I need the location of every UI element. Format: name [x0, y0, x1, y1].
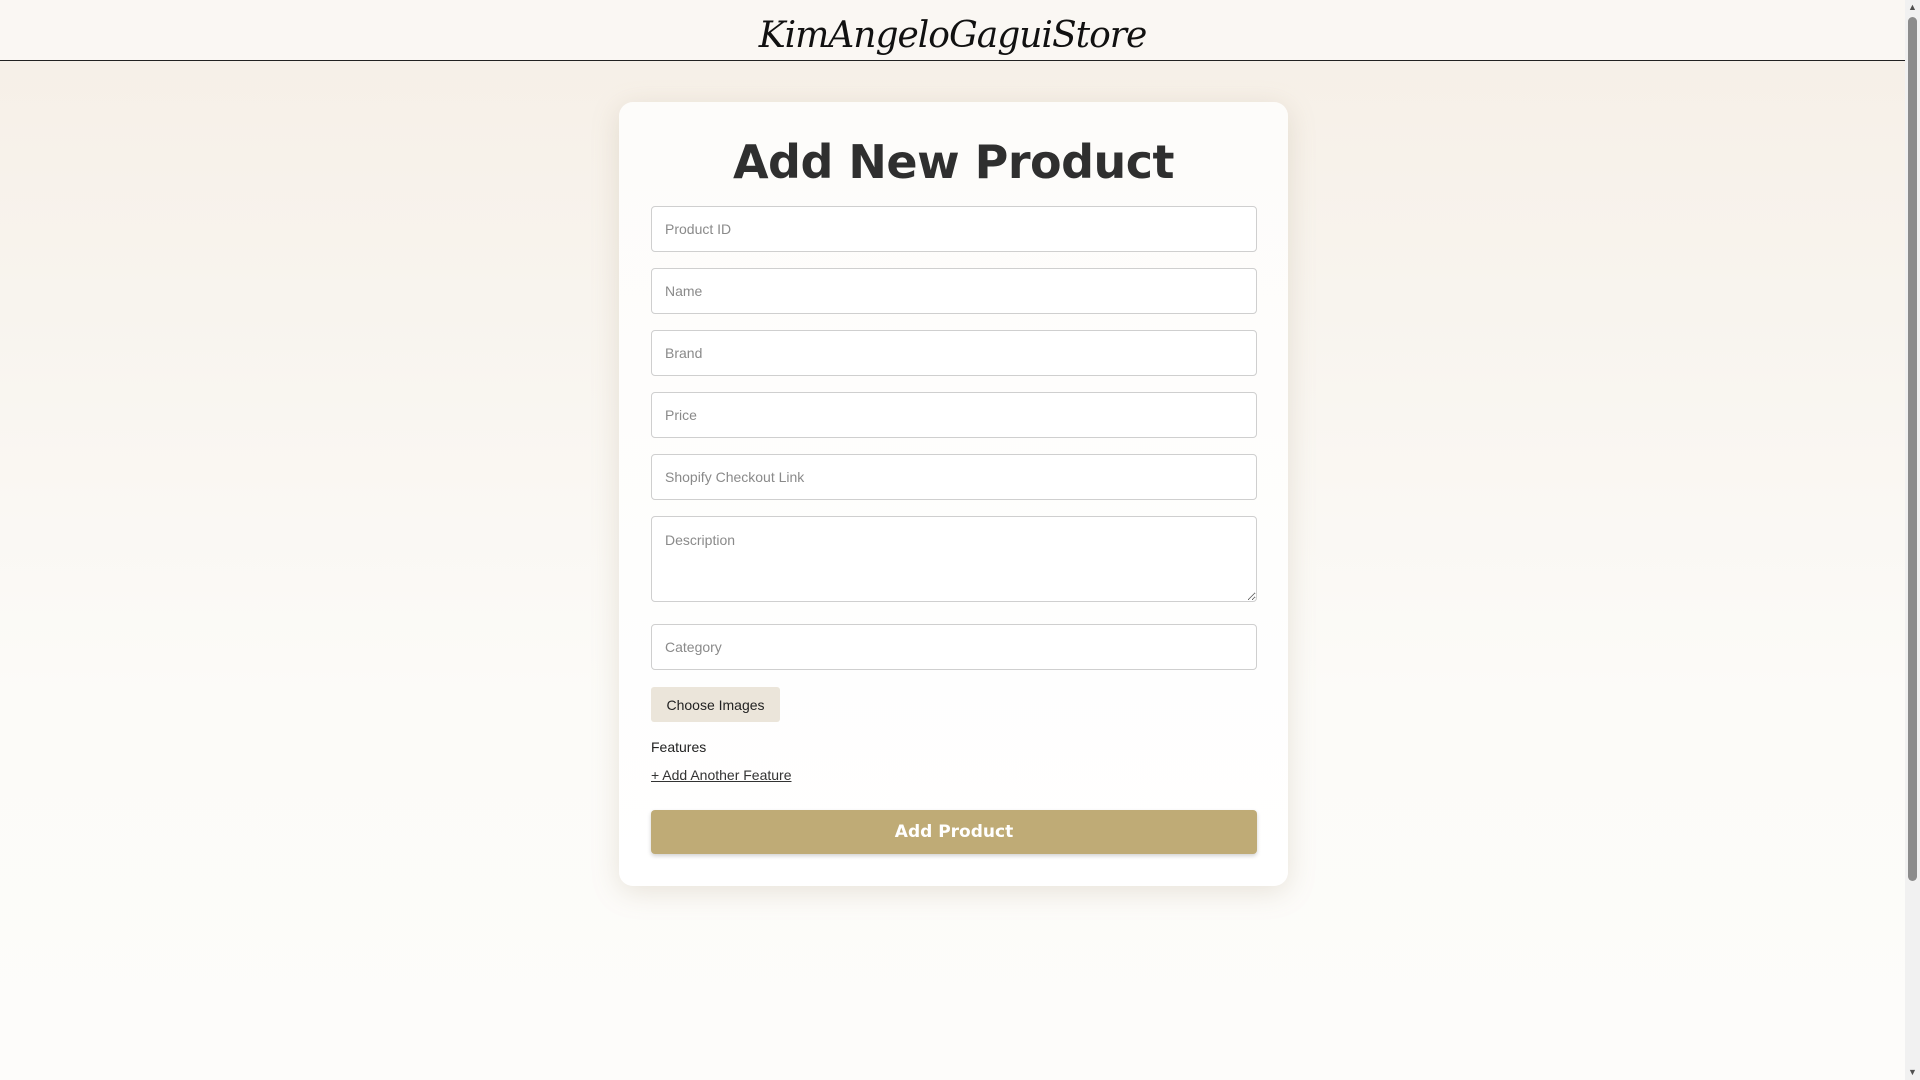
chevron-down-icon[interactable]: ▼ [1905, 1065, 1920, 1080]
features-label: Features [651, 739, 707, 755]
category-input[interactable] [651, 624, 1257, 670]
checkout-link-input[interactable] [651, 454, 1257, 500]
add-feature-link[interactable]: + Add Another Feature [651, 767, 792, 783]
site-logo[interactable]: KimAngeloGaguiStore [759, 15, 1148, 56]
description-textarea[interactable] [651, 516, 1257, 602]
price-input[interactable] [651, 392, 1257, 438]
add-product-card: Add New Product Choose Images Features +… [619, 102, 1288, 886]
name-input[interactable] [651, 268, 1257, 314]
product-id-input[interactable] [651, 206, 1257, 252]
site-header: KimAngeloGaguiStore [0, 0, 1905, 61]
page-title: Add New Product [732, 135, 1175, 189]
chevron-up-icon[interactable]: ▲ [1905, 0, 1920, 15]
page-scrollbar[interactable]: ▲ ▼ [1905, 0, 1920, 1080]
choose-images-button[interactable]: Choose Images [651, 687, 780, 722]
brand-input[interactable] [651, 330, 1257, 376]
scrollbar-thumb[interactable] [1908, 17, 1917, 881]
add-product-button[interactable]: Add Product [651, 810, 1257, 854]
